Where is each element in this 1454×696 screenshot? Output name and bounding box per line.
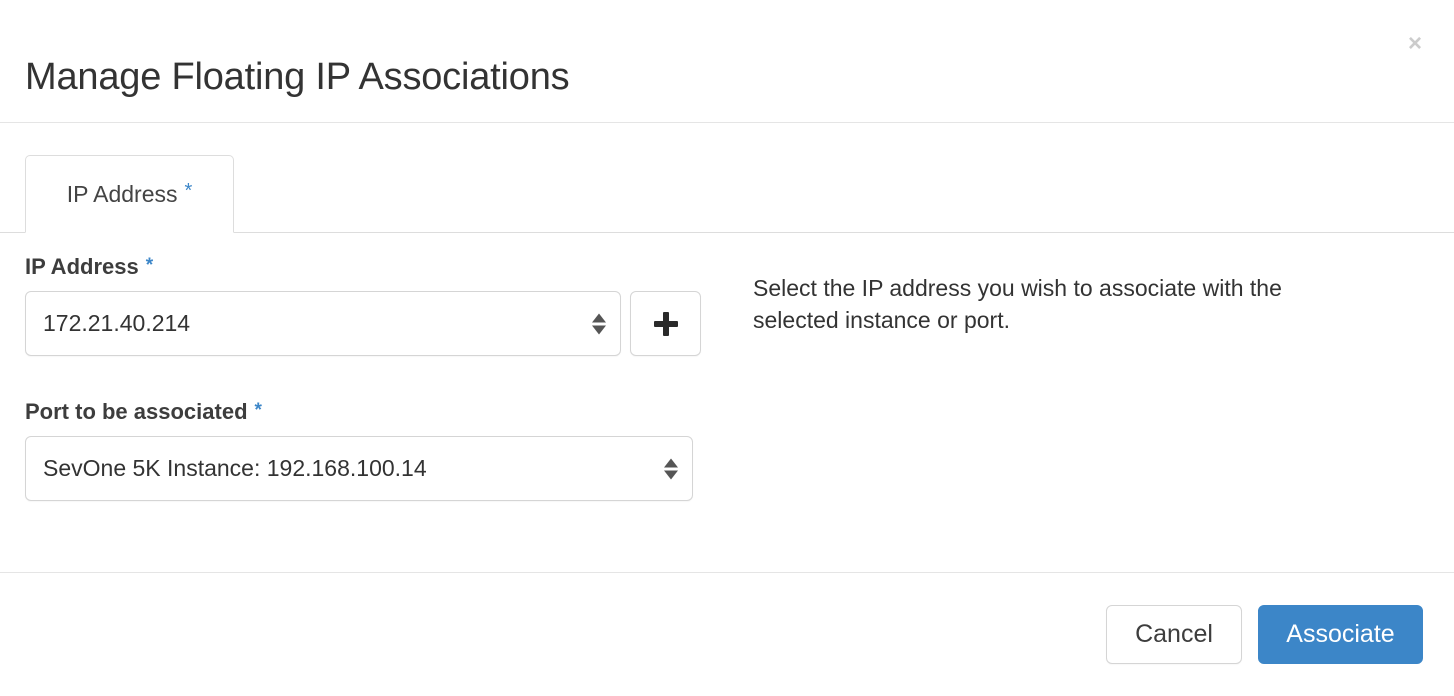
tab-strip: IP Address *	[0, 155, 1454, 233]
plus-icon	[653, 311, 678, 336]
cancel-button[interactable]: Cancel	[1106, 605, 1242, 664]
dialog-header: Manage Floating IP Associations ×	[0, 0, 1454, 123]
tab-strip-divider	[234, 232, 1454, 233]
field-port-label: Port to be associated *	[25, 401, 725, 423]
manage-floating-ip-dialog: Manage Floating IP Associations × IP Add…	[0, 0, 1454, 696]
tab-strip-divider-left	[0, 232, 25, 233]
field-ip-address-row: 172.21.40.214	[25, 291, 725, 356]
port-select[interactable]: SevOne 5K Instance: 192.168.100.14	[25, 436, 693, 501]
field-ip-address-label: IP Address *	[25, 256, 725, 278]
required-asterisk-icon: *	[145, 255, 154, 276]
field-ip-address: IP Address * 172.21.40.214	[25, 256, 725, 356]
ip-address-select-value: 172.21.40.214	[43, 310, 191, 336]
tab-ip-address[interactable]: IP Address *	[25, 155, 234, 233]
close-icon[interactable]: ×	[1400, 29, 1430, 59]
field-port-label-text: Port to be associated	[25, 399, 248, 424]
chevron-updown-icon	[592, 313, 606, 334]
required-asterisk-icon: *	[184, 180, 193, 202]
dialog-title: Manage Floating IP Associations	[25, 56, 570, 99]
field-port: Port to be associated * SevOne 5K Instanc…	[25, 401, 725, 501]
chevron-up-icon	[592, 313, 606, 322]
field-port-row: SevOne 5K Instance: 192.168.100.14	[25, 436, 725, 501]
associate-button[interactable]: Associate	[1258, 605, 1423, 664]
port-select-value: SevOne 5K Instance: 192.168.100.14	[43, 455, 427, 481]
chevron-up-icon	[664, 458, 678, 467]
add-ip-address-button[interactable]	[630, 291, 701, 356]
field-ip-address-label-text: IP Address	[25, 254, 139, 279]
help-text: Select the IP address you wish to associ…	[753, 275, 1282, 333]
dialog-body: IP Address * IP Address * 172.21.40.214	[0, 123, 1454, 572]
ip-address-select[interactable]: 172.21.40.214	[25, 291, 621, 356]
chevron-down-icon	[592, 325, 606, 334]
chevron-down-icon	[664, 470, 678, 479]
chevron-updown-icon	[664, 458, 678, 479]
dialog-footer: Cancel Associate	[0, 572, 1454, 696]
tab-ip-address-label: IP Address	[66, 180, 178, 207]
form-column: IP Address * 172.21.40.214 Port to be as…	[25, 256, 725, 501]
footer-actions: Cancel Associate	[1106, 605, 1423, 664]
required-asterisk-icon: *	[254, 400, 262, 421]
